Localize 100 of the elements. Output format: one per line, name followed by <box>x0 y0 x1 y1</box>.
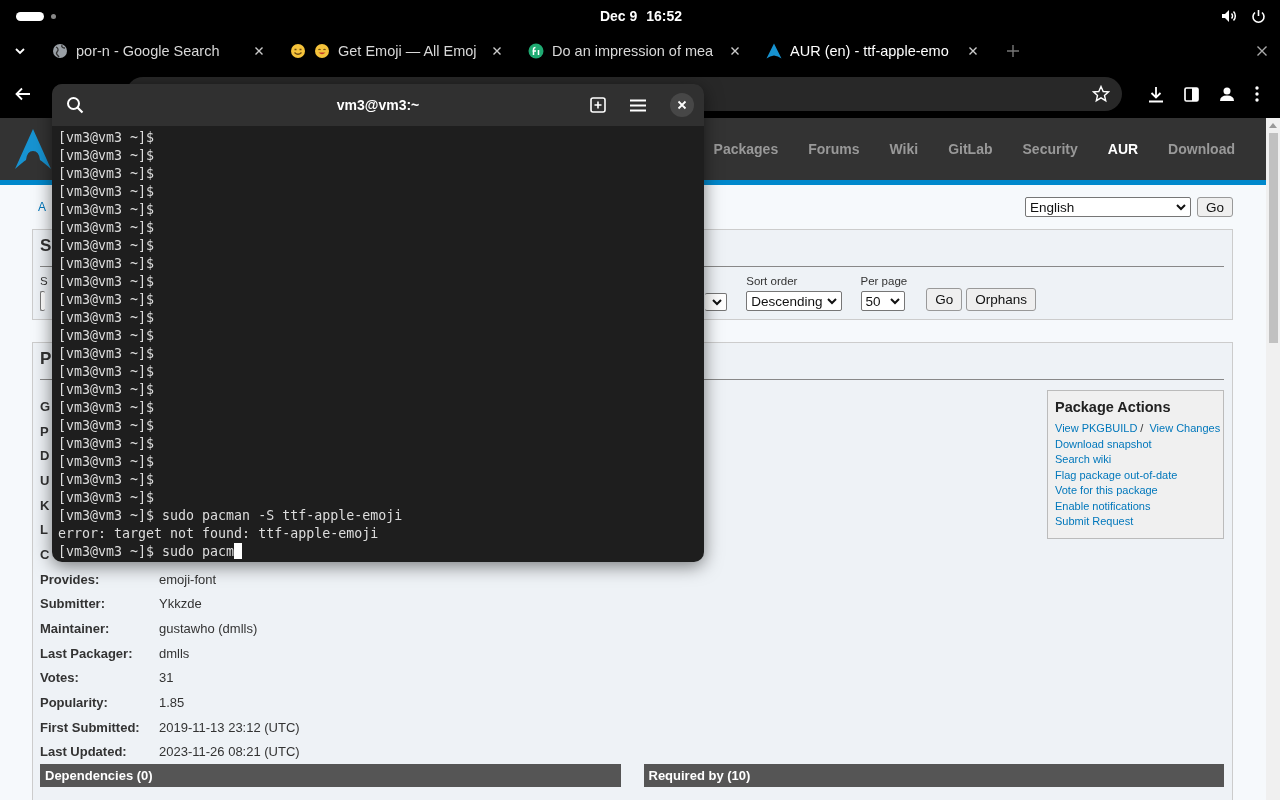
nav-link[interactable]: GitLab <box>948 141 993 157</box>
action-link[interactable]: View PKGBUILD <box>1055 422 1138 434</box>
chevron-down-icon <box>712 298 723 306</box>
nav-link[interactable]: Packages <box>713 141 779 157</box>
download-icon[interactable] <box>1148 85 1164 103</box>
arch-logo-icon[interactable] <box>15 129 51 169</box>
volume-icon[interactable] <box>1221 9 1237 23</box>
box-heading: Package Actions <box>1055 399 1172 415</box>
field-value: dmlls <box>159 645 190 661</box>
chevron-down-icon <box>889 297 900 305</box>
field-label: Last Updated: <box>40 744 127 760</box>
action-link[interactable]: Enable notifications <box>1055 499 1151 512</box>
field-value: 1.85 <box>159 695 185 711</box>
sort-order-select[interactable]: Descending <box>746 291 842 311</box>
terminal-line: [vm3@vm3 ~]$ <box>58 363 155 379</box>
star-icon[interactable] <box>1092 85 1110 103</box>
side-panel-icon[interactable] <box>1184 86 1199 102</box>
field-label: C <box>40 546 50 562</box>
scrollbar[interactable] <box>1266 118 1280 800</box>
search-icon[interactable] <box>66 96 84 114</box>
plus-icon[interactable] <box>1006 44 1020 58</box>
field-value: Ykkzde <box>159 596 202 612</box>
browser-tab[interactable]: por-n - Google Search <box>48 36 268 66</box>
terminal-line: [vm3@vm3 ~]$ sudo pacm <box>58 543 235 559</box>
field-label: D <box>40 448 50 464</box>
power-icon[interactable] <box>1251 8 1266 24</box>
close-icon[interactable] <box>1256 45 1268 57</box>
clock-time: 16:52 <box>646 8 683 24</box>
terminal-line: [vm3@vm3 ~]$ <box>58 399 155 415</box>
action-link[interactable]: View Changes <box>1149 422 1221 434</box>
new-tab-icon[interactable] <box>590 97 606 113</box>
close-icon <box>677 100 687 110</box>
browser-tab[interactable]: Do an impression of mea <box>524 36 744 66</box>
field-select[interactable] <box>40 291 45 311</box>
scroll-thumb[interactable] <box>1268 133 1278 343</box>
close-icon[interactable] <box>730 46 740 56</box>
field-label: K <box>40 497 50 513</box>
per-page-select[interactable]: 50 <box>860 291 905 311</box>
chevron-down-icon[interactable] <box>14 47 26 55</box>
action-link[interactable]: Flag package out-of-date <box>1055 468 1178 481</box>
search-button[interactable]: Go <box>926 288 963 311</box>
terminal-line: [vm3@vm3 ~]$ <box>58 489 155 505</box>
action-link[interactable]: Search wiki <box>1055 453 1112 465</box>
back-arrow-icon[interactable] <box>15 87 31 101</box>
nav-link[interactable]: Forums <box>808 141 860 157</box>
chevron-down-icon <box>1176 203 1186 211</box>
close-icon[interactable] <box>254 46 264 56</box>
circle-logo-icon <box>528 43 544 59</box>
field-label: First Submitted: <box>40 719 140 735</box>
terminal-line: [vm3@vm3 ~]$ <box>58 327 155 343</box>
browser-tab[interactable]: Get Emoji — All Emoj <box>286 36 506 66</box>
close-icon[interactable] <box>968 46 978 56</box>
field-label: Votes: <box>40 670 79 686</box>
section-header: Required by (10) <box>643 764 1224 788</box>
field-label: Sort order <box>746 275 799 289</box>
separator: / <box>1140 422 1144 434</box>
nav-link[interactable]: Wiki <box>889 141 919 157</box>
section-heading: S <box>40 236 52 257</box>
menu-icon[interactable] <box>630 98 646 112</box>
nav-link[interactable]: Download <box>1168 141 1235 157</box>
action-link[interactable]: Submit Request <box>1055 515 1134 527</box>
field-label: Maintainer: <box>40 621 110 637</box>
action-link[interactable]: Download snapshot <box>1055 437 1152 450</box>
nav-link[interactable]: AUR <box>1107 141 1139 157</box>
filter-select[interactable] <box>705 293 728 311</box>
breadcrumb-link[interactable]: A <box>38 200 46 214</box>
terminal-line: [vm3@vm3 ~]$ <box>58 345 155 361</box>
terminal-line: [vm3@vm3 ~]$ <box>58 273 155 289</box>
field-label: Submitter: <box>40 596 105 612</box>
terminal-line: [vm3@vm3 ~]$ <box>58 255 155 271</box>
menu-dots-icon[interactable] <box>1255 86 1259 102</box>
smiley-icon <box>290 43 306 59</box>
window-title: vm3@vm3:~ <box>336 97 420 113</box>
language-select[interactable]: English <box>1025 197 1191 217</box>
search-button[interactable]: Orphans <box>966 288 1036 311</box>
terminal-line: [vm3@vm3 ~]$ sudo pacman -S ttf-apple-emoji <box>58 507 403 523</box>
arch-logo-icon <box>766 43 782 59</box>
browser-tab[interactable]: AUR (en) - ttf-apple-emo <box>762 36 982 66</box>
terminal-line: [vm3@vm3 ~]$ <box>58 417 155 433</box>
terminal-line: error: target not found: ttf-apple-emoji <box>58 525 379 541</box>
action-link[interactable]: Vote for this package <box>1055 484 1158 496</box>
close-icon[interactable] <box>492 46 502 56</box>
terminal-line: [vm3@vm3 ~]$ <box>58 237 155 253</box>
terminal-line: [vm3@vm3 ~]$ <box>58 309 155 325</box>
terminal-line: [vm3@vm3 ~]$ <box>58 453 155 469</box>
close-button[interactable] <box>670 93 694 117</box>
workspace-dot[interactable] <box>51 13 56 19</box>
field-label: Last Packager: <box>40 645 133 661</box>
field-label: Popularity: <box>40 695 108 711</box>
field-label: G <box>40 398 51 414</box>
section-heading: P <box>40 349 52 370</box>
field-label: U <box>40 472 50 488</box>
terminal-line: [vm3@vm3 ~]$ <box>58 291 155 307</box>
nav-link[interactable]: Security <box>1022 141 1078 157</box>
workspace-indicator[interactable] <box>16 11 44 21</box>
go-button[interactable]: Go <box>1197 197 1233 217</box>
field-label: Provides: <box>40 571 100 587</box>
terminal-line: [vm3@vm3 ~]$ <box>58 381 155 397</box>
terminal-line: [vm3@vm3 ~]$ <box>58 183 155 199</box>
profile-icon[interactable] <box>1219 86 1235 102</box>
